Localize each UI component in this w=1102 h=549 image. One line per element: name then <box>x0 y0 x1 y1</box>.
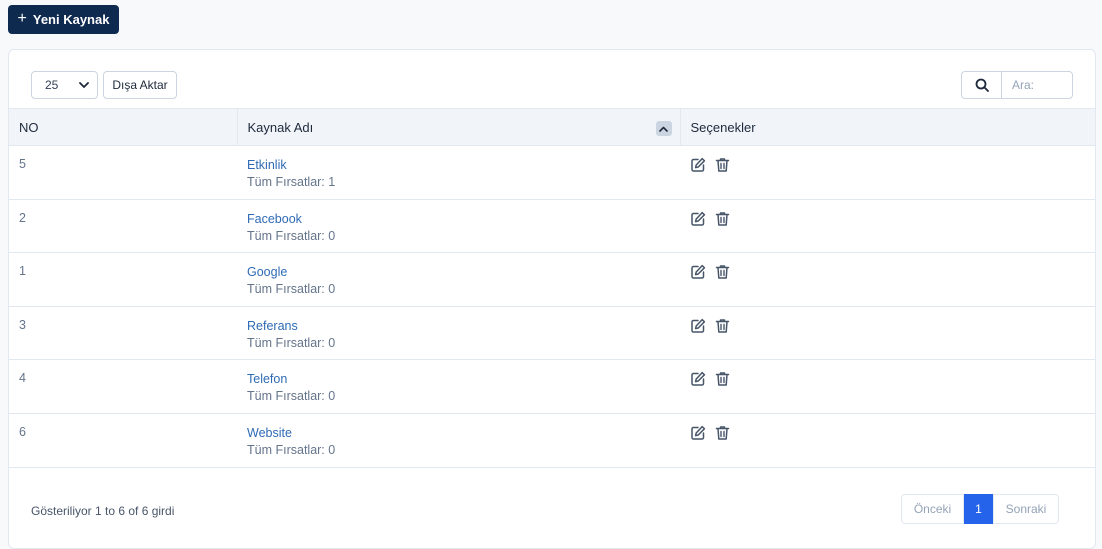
pagination-prev[interactable]: Önceki <box>901 494 964 524</box>
row-no: 2 <box>19 210 26 225</box>
row-source: Facebook Tüm Fırsatlar: 0 <box>237 199 680 253</box>
search-input[interactable] <box>1002 72 1072 98</box>
chevron-down-icon <box>79 82 89 88</box>
row-no: 3 <box>19 317 26 332</box>
search-icon[interactable] <box>962 72 1002 98</box>
export-button[interactable]: Dışa Aktar <box>103 71 177 99</box>
pagination-page-1[interactable]: 1 <box>964 494 993 524</box>
row-options <box>680 199 1095 253</box>
table-row: 3 Referans Tüm Fırsatlar: 0 <box>9 306 1095 360</box>
row-options <box>680 146 1095 200</box>
row-source: Website Tüm Fırsatlar: 0 <box>237 413 680 467</box>
row-no: 4 <box>19 371 26 386</box>
row-source: Google Tüm Fırsatlar: 0 <box>237 253 680 307</box>
source-name-link[interactable]: Facebook <box>247 211 680 227</box>
row-source: Referans Tüm Fırsatlar: 0 <box>237 306 680 360</box>
row-options <box>680 306 1095 360</box>
source-opportunity-count: Tüm Fırsatlar: 0 <box>247 228 336 243</box>
plus-icon: + <box>17 10 27 27</box>
new-source-button[interactable]: + Yeni Kaynak <box>8 5 119 34</box>
row-no: 1 <box>19 264 26 279</box>
table-toolbar: 25 Dışa Aktar <box>9 50 1095 108</box>
column-header-no[interactable]: NO <box>9 108 237 146</box>
search-group <box>961 71 1073 99</box>
row-options <box>680 253 1095 307</box>
edit-icon[interactable] <box>690 318 706 334</box>
table-header-row: NO Kaynak Adı Seçenekler <box>9 108 1095 146</box>
source-name-link[interactable]: Etkinlik <box>247 157 680 173</box>
sources-panel: 25 Dışa Aktar NO Kay <box>8 49 1096 549</box>
chevron-up-icon <box>655 121 672 136</box>
table-row: 6 Website Tüm Fırsatlar: 0 <box>9 413 1095 468</box>
pagination: Önceki 1 Sonraki <box>901 494 1059 524</box>
row-options <box>680 413 1095 467</box>
row-source: Telefon Tüm Fırsatlar: 0 <box>237 360 680 414</box>
row-no: 5 <box>19 157 26 171</box>
column-header-name-label: Kaynak Adı <box>247 119 314 135</box>
column-header-options[interactable]: Seçenekler <box>680 108 1095 146</box>
column-header-name[interactable]: Kaynak Adı <box>236 108 681 146</box>
row-source: Etkinlik Tüm Fırsatlar: 1 <box>237 146 680 200</box>
pagination-next[interactable]: Sonraki <box>993 494 1059 524</box>
source-name-link[interactable]: Referans <box>247 318 680 334</box>
source-opportunity-count: Tüm Fırsatlar: 0 <box>247 389 336 404</box>
trash-icon[interactable] <box>715 425 730 441</box>
table-info: Gösteriliyor 1 to 6 of 6 girdi <box>31 504 175 518</box>
table-row: 5 Etkinlik Tüm Fırsatlar: 1 <box>9 146 1095 200</box>
source-opportunity-count: Tüm Fırsatlar: 0 <box>247 335 336 350</box>
source-opportunity-count: Tüm Fırsatlar: 0 <box>247 282 336 297</box>
new-source-button-label: Yeni Kaynak <box>32 12 110 27</box>
source-opportunity-count: Tüm Fırsatlar: 0 <box>247 442 336 457</box>
trash-icon[interactable] <box>715 371 730 387</box>
edit-icon[interactable] <box>690 425 706 441</box>
source-name-link[interactable]: Telefon <box>247 371 680 387</box>
trash-icon[interactable] <box>715 157 730 173</box>
edit-icon[interactable] <box>690 157 706 173</box>
source-name-link[interactable]: Website <box>247 425 680 441</box>
trash-icon[interactable] <box>715 211 730 227</box>
edit-icon[interactable] <box>690 264 706 280</box>
edit-icon[interactable] <box>690 371 706 387</box>
page-length-value: 25 <box>45 78 59 92</box>
table-row: 2 Facebook Tüm Fırsatlar: 0 <box>9 199 1095 253</box>
row-no: 6 <box>19 424 26 439</box>
row-options <box>680 360 1095 414</box>
sources-table: NO Kaynak Adı Seçenekler 5 Etkinlik Tüm Fı… <box>9 108 1095 468</box>
page-length-select[interactable]: 25 <box>31 71 98 99</box>
trash-icon[interactable] <box>715 264 730 280</box>
edit-icon[interactable] <box>690 211 706 227</box>
trash-icon[interactable] <box>715 318 730 334</box>
table-row: 4 Telefon Tüm Fırsatlar: 0 <box>9 360 1095 414</box>
source-name-link[interactable]: Google <box>247 264 680 280</box>
table-row: 1 Google Tüm Fırsatlar: 0 <box>9 253 1095 307</box>
source-opportunity-count: Tüm Fırsatlar: 1 <box>247 175 336 189</box>
